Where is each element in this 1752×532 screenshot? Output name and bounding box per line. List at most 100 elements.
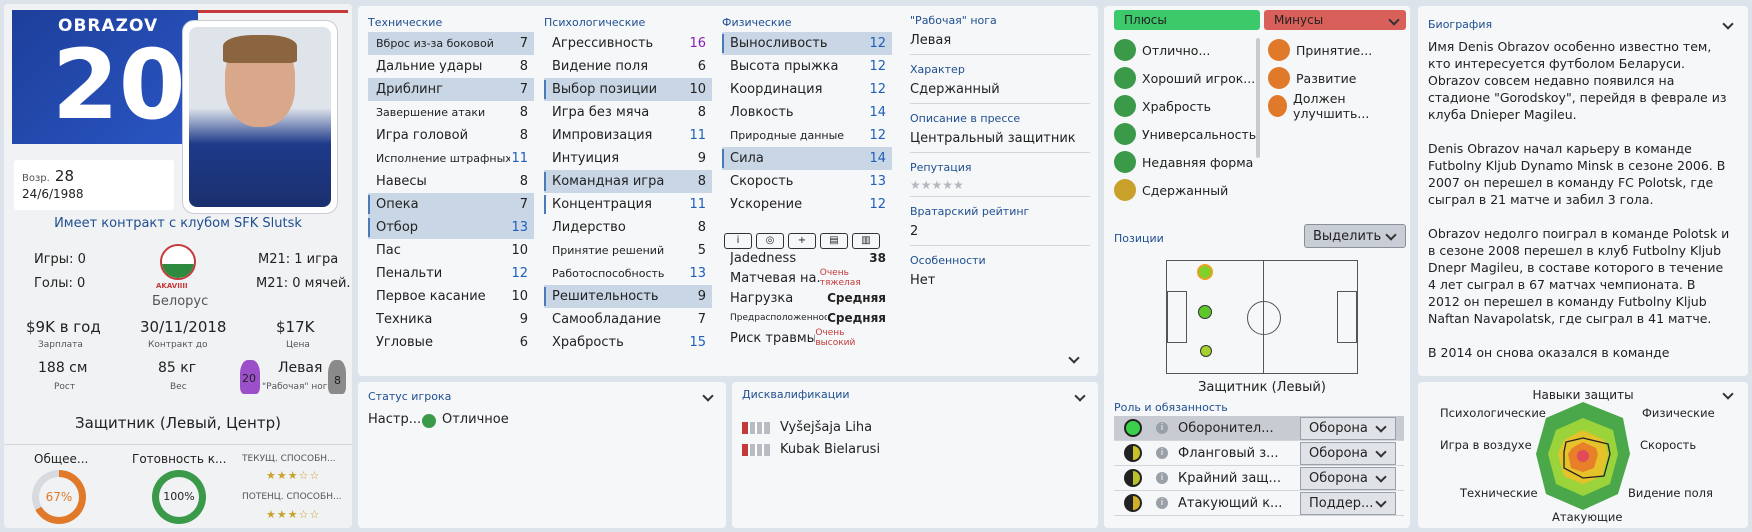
- bio-title[interactable]: Биография: [1428, 18, 1492, 31]
- duty-select[interactable]: Поддер...: [1300, 491, 1396, 515]
- attr-row[interactable]: Отбор 13: [368, 216, 534, 239]
- attr-row[interactable]: Сила 14: [722, 147, 892, 170]
- attr-row[interactable]: Угловые 6: [368, 331, 534, 354]
- attr-row[interactable]: Командная игра 8: [544, 170, 712, 193]
- bio-chevron-icon[interactable]: [1722, 18, 1734, 30]
- attr-value: 7: [697, 312, 706, 327]
- attr-row[interactable]: Завершение атаки 8: [368, 101, 534, 124]
- attr-row[interactable]: Работоспособность 13: [544, 262, 712, 285]
- attr-row[interactable]: Пас 10: [368, 239, 534, 262]
- status-title[interactable]: Статус игрока: [368, 390, 451, 403]
- attr-row[interactable]: Первое касание 10: [368, 285, 534, 308]
- role-row[interactable]: i Атакующий к... Поддер...: [1114, 491, 1404, 516]
- attr-row[interactable]: Координация 12: [722, 78, 892, 101]
- attr-row[interactable]: Самообладание 7: [544, 308, 712, 331]
- positions-title[interactable]: Позиции: [1114, 232, 1164, 245]
- attr-value: 8: [697, 105, 706, 120]
- role-info-icon[interactable]: i: [1156, 472, 1168, 484]
- pro-item[interactable]: Сдержанный: [1114, 176, 1264, 204]
- value: $17K: [276, 318, 315, 336]
- attr-row[interactable]: Видение поля 6: [544, 55, 712, 78]
- attr-row[interactable]: Высота прыжка 12: [722, 55, 892, 78]
- attr-row[interactable]: Ловкость 14: [722, 101, 892, 124]
- expand-chevron-icon[interactable]: [1068, 352, 1080, 364]
- attr-row[interactable]: Дальние удары 8: [368, 55, 534, 78]
- contract-text[interactable]: Имеет контракт с клубом SFK Slutsk: [4, 216, 352, 231]
- attr-row[interactable]: Выбор позиции 10: [544, 78, 712, 101]
- attr-row[interactable]: Скорость 13: [722, 170, 892, 193]
- attr-row[interactable]: Вброс из-за боковой 7: [368, 32, 534, 55]
- pro-item[interactable]: Хороший игрок...: [1114, 64, 1264, 92]
- attr-name: Пенальти: [376, 266, 443, 281]
- condition-name: Риск травмы: [730, 330, 816, 346]
- pros-tab[interactable]: Плюсы: [1114, 10, 1260, 30]
- role-row[interactable]: i Крайний защ... Оборона: [1114, 466, 1404, 491]
- attr-row[interactable]: Решительность 9: [544, 285, 712, 308]
- pro-badge-icon: [1114, 95, 1136, 117]
- attr-row[interactable]: Лидерство 8: [544, 216, 712, 239]
- highlight-select[interactable]: Выделить: [1304, 224, 1406, 248]
- stats-tab-icon[interactable]: ▥: [852, 233, 880, 249]
- bandage-tab-icon[interactable]: ▤: [820, 233, 848, 249]
- attr-row[interactable]: Опека 7: [368, 193, 534, 216]
- attr-row[interactable]: Принятие решений 5: [544, 239, 712, 262]
- nationality[interactable]: Белорус: [152, 294, 208, 309]
- attr-row[interactable]: Техника 9: [368, 308, 534, 331]
- pro-item[interactable]: Отлично...: [1114, 36, 1264, 64]
- bans-panel: Дисквалификации Vyšejšaja Liha Kubak Bie…: [732, 382, 1098, 528]
- attr-row[interactable]: Пенальти 12: [368, 262, 534, 285]
- pro-label: Недавняя форма: [1142, 154, 1254, 170]
- attr-row[interactable]: Импровизация 11: [544, 124, 712, 147]
- medical-tab-icon[interactable]: +: [788, 233, 816, 249]
- bans-chevron-icon[interactable]: [1074, 390, 1086, 402]
- con-item[interactable]: Принятие...: [1268, 36, 1408, 64]
- pro-item[interactable]: Универсальность: [1114, 120, 1264, 148]
- attr-row[interactable]: Игра без мяча 8: [544, 101, 712, 124]
- pro-item[interactable]: Храбрость: [1114, 92, 1264, 120]
- attr-value: 12: [511, 266, 528, 281]
- con-item[interactable]: Должен улучшить...: [1268, 91, 1408, 121]
- info-tab-icon[interactable]: i: [724, 233, 752, 249]
- role-info-icon[interactable]: i: [1156, 422, 1168, 434]
- attr-row[interactable]: Ускорение 12: [722, 193, 892, 216]
- duty-select[interactable]: Оборона: [1300, 416, 1396, 440]
- role-info-icon[interactable]: i: [1156, 497, 1168, 509]
- attr-row[interactable]: Интуиция 9: [544, 147, 712, 170]
- cons-tab[interactable]: Минусы: [1264, 10, 1406, 30]
- overall-label: Общее...: [34, 452, 89, 466]
- morale-value: Отличное: [442, 412, 509, 427]
- highlight-chevron-icon: [1385, 229, 1397, 241]
- attr-value: 11: [689, 197, 706, 212]
- pos-wbl: [1200, 345, 1212, 357]
- attr-row[interactable]: Агрессивность 16: [544, 32, 712, 55]
- attr-row[interactable]: Природные данные 12: [722, 124, 892, 147]
- role-row[interactable]: i Фланговый з... Оборона: [1114, 441, 1404, 466]
- attr-value: 12: [869, 128, 886, 143]
- pro-item[interactable]: Недавняя форма: [1114, 148, 1264, 176]
- attr-row[interactable]: Навесы 8: [368, 170, 534, 193]
- preferred-foot-label: "Рабочая" нога: [262, 382, 334, 392]
- attr-row[interactable]: Выносливость 12: [722, 32, 892, 55]
- potential-ability-stars: ★★★☆☆: [266, 508, 321, 521]
- role-row[interactable]: i Оборонител... Оборона: [1114, 416, 1404, 441]
- radar-label-aerial: Игра в воздухе: [1440, 438, 1532, 452]
- attr-value: 6: [519, 335, 528, 350]
- attr-row[interactable]: Исполнение штрафных 11: [368, 147, 534, 170]
- attr-row[interactable]: Храбрость 15: [544, 331, 712, 354]
- role-name: Фланговый з...: [1178, 445, 1279, 461]
- press-value: Центральный защитник: [910, 131, 1090, 153]
- attr-row[interactable]: Дриблинг 7: [368, 78, 534, 101]
- role-info-icon[interactable]: i: [1156, 447, 1168, 459]
- condition-name: Предрасположенность к т...: [730, 313, 828, 323]
- ball-tab-icon[interactable]: ◎: [756, 233, 784, 249]
- status-chevron-icon[interactable]: [702, 390, 714, 402]
- pros-scrollbar[interactable]: [1256, 38, 1260, 158]
- pro-badge-icon: [1114, 67, 1136, 89]
- duty-select[interactable]: Оборона: [1300, 441, 1396, 465]
- attr-value: 13: [511, 220, 528, 235]
- attr-row[interactable]: Игра головой 8: [368, 124, 534, 147]
- position-name: Защитник (Левый): [1198, 380, 1326, 395]
- con-item[interactable]: Развитие: [1268, 64, 1408, 92]
- attr-row[interactable]: Концентрация 11: [544, 193, 712, 216]
- duty-select[interactable]: Оборона: [1300, 466, 1396, 490]
